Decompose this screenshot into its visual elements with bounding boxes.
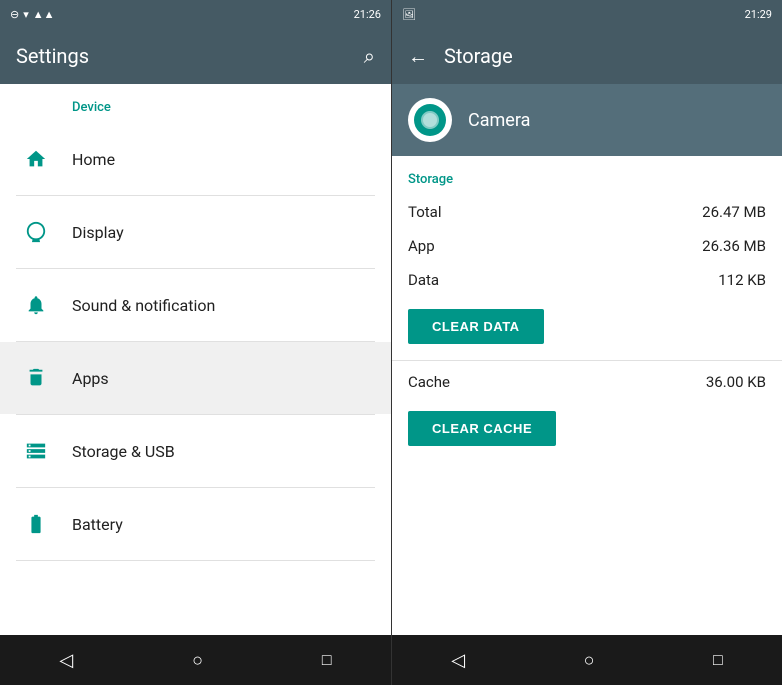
left-top-bar: Settings ⌕ (0, 28, 391, 84)
app-label: App (408, 237, 435, 255)
left-nav-back[interactable]: ◁ (39, 642, 93, 679)
back-button[interactable]: ← (408, 44, 428, 69)
left-nav-home[interactable]: ○ (172, 642, 223, 679)
display-icon (16, 221, 56, 243)
sound-label: Sound & notification (72, 296, 215, 315)
menu-item-apps[interactable]: Apps (0, 342, 391, 414)
display-label: Display (72, 223, 124, 242)
left-nav-recent[interactable]: □ (302, 642, 352, 678)
right-status-right: 21:29 (745, 8, 772, 21)
app-row: App 26.36 MB (392, 229, 782, 263)
right-panel: 🖼 21:29 ← Storage Camera Storage Total 2… (391, 0, 782, 685)
device-section-label: Device (0, 84, 391, 123)
app-name: Camera (468, 110, 530, 131)
home-label: Home (72, 150, 115, 169)
image-notification-icon: 🖼 (402, 8, 416, 21)
clear-data-button[interactable]: CLEAR DATA (408, 309, 544, 344)
left-nav-bar: ◁ ○ □ (0, 635, 391, 685)
left-top-title: Settings (16, 44, 89, 68)
data-label: Data (408, 271, 439, 289)
storage-section-label: Storage (392, 156, 782, 195)
right-status-left: 🖼 (402, 8, 416, 21)
apps-icon (16, 367, 56, 389)
data-row: Data 112 KB (392, 263, 782, 297)
app-value: 26.36 MB (702, 237, 766, 255)
total-row: Total 26.47 MB (392, 195, 782, 229)
total-value: 26.47 MB (702, 203, 766, 221)
app-header: Camera (392, 84, 782, 156)
storage-usb-label: Storage & USB (72, 442, 175, 461)
cache-row: Cache 36.00 KB (392, 360, 782, 399)
menu-item-battery[interactable]: Battery (0, 488, 391, 560)
clear-cache-button[interactable]: CLEAR CACHE (408, 411, 556, 446)
home-icon (16, 148, 56, 170)
right-top-bar: ← Storage (392, 28, 782, 84)
storage-title: Storage (444, 44, 513, 68)
right-status-bar: 🖼 21:29 (392, 0, 782, 28)
battery-icon (16, 513, 56, 535)
menu-item-sound[interactable]: Sound & notification (0, 269, 391, 341)
signal-icon: ▲▲ (33, 8, 55, 21)
cache-label: Cache (408, 373, 450, 391)
right-nav-recent[interactable]: □ (693, 642, 743, 678)
notification-icon: ⊖ (10, 8, 19, 21)
apps-label: Apps (72, 369, 109, 388)
left-status-bar: ⊖ ▾ ▲▲ 21:26 (0, 0, 391, 28)
data-value: 112 KB (718, 271, 766, 289)
camera-lens (421, 111, 439, 129)
wifi-icon: ▾ (23, 8, 29, 21)
left-status-icons: ⊖ ▾ ▲▲ (10, 8, 55, 21)
divider-6 (16, 560, 375, 561)
battery-label: Battery (72, 515, 123, 534)
right-time: 21:29 (745, 8, 772, 21)
menu-item-display[interactable]: Display (0, 196, 391, 268)
menu-item-home[interactable]: Home (0, 123, 391, 195)
total-label: Total (408, 203, 442, 221)
storage-content: Storage Total 26.47 MB App 26.36 MB Data… (392, 156, 782, 635)
left-panel: ⊖ ▾ ▲▲ 21:26 Settings ⌕ Device Home Disp… (0, 0, 391, 685)
right-nav-bar: ◁ ○ □ (392, 635, 782, 685)
search-icon[interactable]: ⌕ (364, 44, 375, 68)
menu-item-storage[interactable]: Storage & USB (0, 415, 391, 487)
cache-value: 36.00 KB (706, 373, 766, 391)
sound-icon (16, 294, 56, 316)
right-nav-home[interactable]: ○ (564, 642, 615, 679)
left-time: 21:26 (354, 8, 381, 21)
storage-icon (16, 440, 56, 462)
right-nav-back[interactable]: ◁ (431, 642, 485, 679)
camera-app-icon (414, 104, 446, 136)
left-status-right: 21:26 (354, 8, 381, 21)
app-icon-wrapper (408, 98, 452, 142)
